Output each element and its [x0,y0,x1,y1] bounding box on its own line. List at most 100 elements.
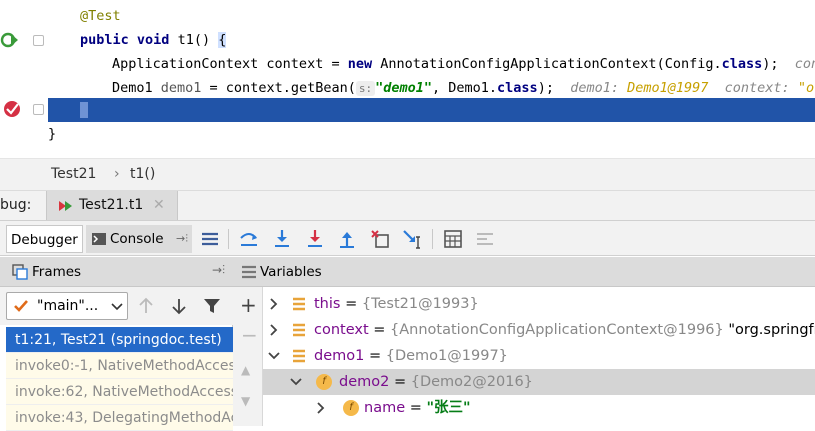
variable-value: "org.springframework [728,322,815,338]
frame-label: invoke0:-1, NativeMethodAccessorImpl [15,358,233,374]
debug-toolbar: Debugger Console →⫶ [0,220,815,256]
step-out-icon[interactable] [336,228,358,250]
variable-row[interactable]: demo1 = {Demo1@1997} [263,343,815,369]
variable-type: {Demo2@2016} [410,374,533,390]
variable-type: {Test21@1993} [361,296,479,312]
chevron-down-icon[interactable] [267,343,281,369]
close-icon[interactable]: ✕ [153,197,165,213]
breadcrumb-class[interactable]: Test21 [51,166,96,182]
thread-select[interactable]: "main"... [6,292,128,320]
code-line-signature[interactable]: public void t1() { [0,28,815,52]
inline-value-hint: demo1: [570,80,628,96]
variables-title: Variables [260,264,322,280]
chevron-right-icon[interactable] [314,395,328,421]
variable-name: demo1 [314,348,365,364]
frame-row[interactable]: invoke:43, DelegatingMethodAccessorImpl [6,405,233,431]
variable-row[interactable]: this = {Test21@1993} [263,291,815,317]
inline-value-hint: context: [708,80,798,96]
frames-panel: Frames →⫶ "main"... t1:21, Test21 (sprin… [0,257,233,431]
code-text: = context.getBean( [201,80,356,96]
code-line-context[interactable]: ApplicationContext context = new Annotat… [0,52,815,76]
keyword: new [347,56,373,72]
arrow-up-icon[interactable] [138,297,154,315]
chevron-right-icon[interactable] [267,317,281,343]
closing-brace: } [48,126,57,142]
code-text: , Demo1. [432,80,498,96]
frames-icon [12,264,28,280]
keyword: class [721,56,763,72]
variable-name: this [314,296,341,312]
variable-eq: = [368,322,391,338]
tab-console-label: Console [110,231,164,247]
breadcrumb: Test21 › t1() [0,158,815,190]
variable-icon [293,349,305,363]
trace-current-stream-icon[interactable] [474,228,496,250]
method-signature: t1() [169,32,219,48]
console-icon [92,233,106,245]
inline-value: Demo1@1997 [627,80,709,96]
threads-row: "main"... [0,287,233,325]
breadcrumb-separator: › [114,166,120,182]
breadcrumb-method[interactable]: t1() [130,166,155,182]
variable-eq: = [389,374,411,390]
run-to-cursor-icon[interactable] [401,228,423,250]
arrow-down-icon[interactable] [171,297,187,315]
execution-line[interactable] [48,98,815,122]
variable-type: {AnnotationConfigApplicationContext@1996… [390,322,724,338]
keyword: public [80,32,129,48]
variable-eq: = [405,400,427,416]
code-line-annotation[interactable]: @Test [0,4,815,28]
code-text: AnnotationConfigApplicationContext(Confi… [372,56,722,72]
evaluate-expression-icon[interactable] [442,228,464,250]
annotation-text: @Test [80,8,121,24]
frame-label: invoke:43, DelegatingMethodAccessorImpl [15,410,233,426]
field-icon: f [343,400,359,416]
pin-icon[interactable]: →⫶ [212,263,225,278]
drop-frame-icon[interactable] [369,228,391,250]
code-text: ); [762,56,779,72]
keyword: class [497,80,538,96]
variable-icon [293,297,305,311]
variables-panel: Variables + − ▲ ▼ this = {Test21@1993} c… [233,257,815,426]
tab-debugger[interactable]: Debugger [6,225,83,253]
thread-select-value: "main"... [37,298,99,314]
move-down-icon[interactable]: ▼ [241,394,250,408]
frame-row[interactable]: t1:21, Test21 (springdoc.test) [6,327,233,353]
variable-eq: = [364,348,386,364]
toolbar-separator [432,229,433,249]
chevron-down-icon[interactable] [289,369,303,395]
tab-console[interactable]: Console →⫶ [86,225,192,253]
step-into-icon[interactable] [304,228,326,250]
variable-type: {Demo1@1997} [385,348,508,364]
junit-run-icon [59,201,72,211]
field-icon: f [316,374,332,390]
code-text: ); [537,80,554,96]
debug-tool-label: bug: [0,197,32,213]
code-editor[interactable]: @Test public void t1() { ApplicationCont… [0,0,815,158]
variable-row[interactable]: context = {AnnotationConfigApplicationCo… [263,317,815,343]
filter-icon[interactable] [203,297,221,315]
pin-icon[interactable]: →⫶ [176,225,188,253]
variable-row[interactable]: f name = "张三" [263,395,815,421]
code-text: Demo1 [112,80,161,96]
step-over-icon[interactable] [271,228,293,250]
menu-icon[interactable] [199,228,221,250]
inline-value: "or [797,80,815,96]
add-watch-icon[interactable]: + [240,293,257,317]
check-icon [14,300,28,312]
chevron-right-icon[interactable] [267,291,281,317]
frame-label: t1:21, Test21 (springdoc.test) [15,332,222,348]
string-literal: "demo1" [375,80,433,96]
variable-row[interactable]: f demo2 = {Demo2@2016} [263,369,815,395]
frame-row[interactable]: invoke0:-1, NativeMethodAccessorImpl [6,353,233,379]
show-execution-point-icon[interactable] [238,228,260,250]
variables-side-toolbar: + − ▲ ▼ [233,287,263,426]
remove-watch-icon[interactable]: − [241,323,258,347]
variable-eq: = [340,296,362,312]
frame-row[interactable]: invoke:62, NativeMethodAccessorImpl [6,379,233,405]
code-line-closing[interactable]: } [0,122,815,146]
fold-marker[interactable] [33,104,44,115]
move-up-icon[interactable]: ▲ [241,363,250,377]
variable-name: name [364,400,406,416]
code-line-getbean[interactable]: Demo1 demo1 = context.getBean(s: "demo1",… [0,76,815,100]
